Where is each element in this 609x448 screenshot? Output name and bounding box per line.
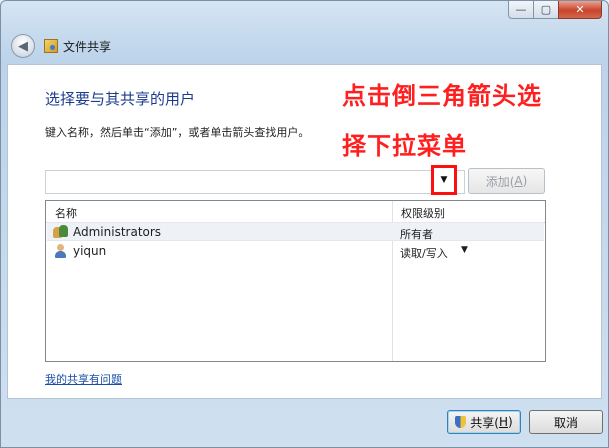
close-button[interactable]: ✕ bbox=[558, 1, 602, 19]
back-arrow-icon: ◀ bbox=[18, 38, 28, 54]
instruction-text: 键入名称，然后单击“添加”，或者单击箭头查找用户。 bbox=[45, 126, 310, 139]
maximize-button[interactable]: ▢ bbox=[533, 1, 559, 19]
annotation-line-2: 择下拉菜单 bbox=[342, 132, 467, 160]
maximize-icon: ▢ bbox=[540, 3, 552, 16]
uac-shield-icon bbox=[455, 416, 467, 428]
user-name-combobox[interactable] bbox=[45, 170, 465, 194]
minimize-icon: — bbox=[515, 3, 527, 16]
chevron-down-icon[interactable]: ▼ bbox=[461, 245, 468, 255]
permission-level: 所有者 bbox=[400, 228, 433, 241]
minimize-button[interactable]: — bbox=[508, 1, 534, 19]
user-name: Administrators bbox=[73, 225, 162, 239]
list-row-administrators[interactable]: Administrators 所有者 bbox=[47, 222, 544, 241]
cancel-button[interactable]: 取消 bbox=[529, 410, 603, 434]
page-heading: 选择要与其共享的用户 bbox=[45, 90, 196, 108]
tutorial-annotation: 点击倒三角箭头选 择下拉菜单 bbox=[342, 71, 602, 171]
file-sharing-icon bbox=[44, 39, 58, 53]
caption-buttons: — ▢ ✕ bbox=[508, 1, 602, 19]
chevron-down-icon: ▼ bbox=[440, 175, 448, 185]
users-group-icon bbox=[53, 225, 69, 239]
back-button[interactable]: ◀ bbox=[11, 34, 35, 58]
user-name: yiqun bbox=[73, 244, 107, 258]
user-icon bbox=[53, 244, 69, 258]
list-header: 名称 权限级别 bbox=[46, 201, 545, 223]
annotation-line-1: 点击倒三角箭头选 bbox=[342, 82, 542, 110]
list-row-yiqun[interactable]: yiqun 读取/写入 ▼ bbox=[47, 242, 544, 261]
combobox-dropdown-button[interactable]: ▼ bbox=[431, 165, 457, 195]
share-button[interactable]: 共享(H) bbox=[447, 410, 521, 434]
content-panel: 选择要与其共享的用户 键入名称，然后单击“添加”，或者单击箭头查找用户。 点击倒… bbox=[7, 64, 602, 399]
window-title: 文件共享 bbox=[63, 40, 112, 54]
sharing-users-list[interactable]: 名称 权限级别 Administrators 所有者 yiqun 读取/写入 ▼ bbox=[45, 200, 546, 362]
column-header-name[interactable]: 名称 bbox=[55, 205, 77, 221]
column-header-permission[interactable]: 权限级别 bbox=[401, 205, 445, 221]
add-button[interactable]: 添加(A) bbox=[468, 168, 545, 194]
permission-dropdown[interactable]: 读取/写入 bbox=[400, 245, 448, 261]
sharing-help-link[interactable]: 我的共享有问题 bbox=[45, 371, 122, 387]
dialog-window: — ▢ ✕ ◀ 文件共享 选择要与其共享的用户 键入名称，然后单击“添加”，或者… bbox=[0, 0, 609, 448]
close-icon: ✕ bbox=[575, 3, 585, 16]
